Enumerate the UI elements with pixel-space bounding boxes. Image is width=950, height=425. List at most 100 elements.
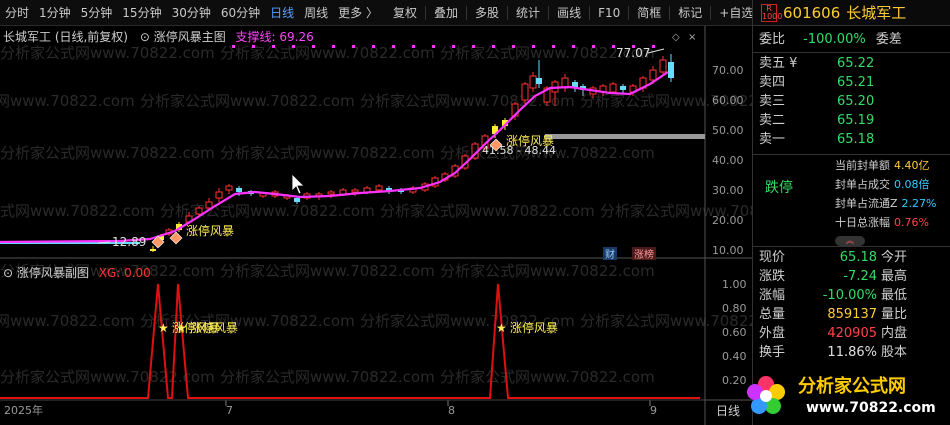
support-dot <box>312 45 315 48</box>
sub-y-tick: 1.00 <box>722 278 747 291</box>
support-dot <box>532 45 535 48</box>
ask-row[interactable]: 卖三 65.20 <box>759 92 874 112</box>
close-icon[interactable]: × <box>688 32 696 43</box>
ask-row[interactable]: 卖五 ¥ 65.22 <box>759 54 874 74</box>
tab-period-5[interactable]: 60分钟 <box>216 0 265 26</box>
main-y-tick: 20.00 <box>712 214 744 227</box>
brand-logo: 分析家公式网 www.70822.com <box>736 360 950 425</box>
high-annotation: 77.07 <box>616 46 650 60</box>
watermark-text: 分析家公式网www.70822.com <box>0 144 215 162</box>
stat-label-2: 最高 <box>881 269 908 284</box>
stat-label-2: 股本 <box>881 345 908 360</box>
support-dot <box>432 45 435 48</box>
support-dot <box>472 45 475 48</box>
stat-label: 现价 <box>759 250 786 265</box>
ask-price: 65.20 <box>837 94 875 109</box>
seal-label: 十日总涨幅 <box>835 216 890 229</box>
tab-period-0[interactable]: 分时 <box>0 0 34 26</box>
chart-area[interactable]: 分析家公式网www.70822.com 分析家公式网www.70822.com 分析… <box>0 26 815 425</box>
ask-row[interactable]: 卖一 65.18 <box>759 130 874 150</box>
cai-badge-label: 财 <box>605 248 615 261</box>
expand-icon[interactable]: ◇ <box>672 32 680 43</box>
x-axis-label-sep: 9 <box>650 404 657 417</box>
tab-period-2[interactable]: 5分钟 <box>76 0 118 26</box>
tab-period-3[interactable]: 15分钟 <box>117 0 166 26</box>
seal-label: 封单占成交 <box>835 178 890 191</box>
ask-row[interactable]: 卖四 65.21 <box>759 73 874 93</box>
support-dot <box>332 45 335 48</box>
price-band <box>545 134 705 139</box>
flower-icon <box>747 376 785 414</box>
watermark-text: 分析家公式网www.70822.com <box>440 368 655 386</box>
signal-star-icon: ★ <box>176 321 187 335</box>
main-indicator-name[interactable]: ⊙ 涨停风暴主图 <box>140 30 226 44</box>
stat-value: -10.00% <box>822 288 877 303</box>
support-dot <box>652 45 655 48</box>
toolbar-action-2[interactable]: 多股 <box>469 0 505 26</box>
candle <box>536 60 542 88</box>
toolbar-action-4[interactable]: 画线 <box>551 0 587 26</box>
brand-url: www.70822.com <box>806 400 936 416</box>
collapse-chevron-icon[interactable]: ︽ <box>835 236 865 246</box>
candle <box>225 184 233 194</box>
tab-period-8[interactable]: 更多 〉 <box>333 0 383 26</box>
ask-price: 65.21 <box>837 75 875 90</box>
limit-status: 跌停 <box>765 180 793 196</box>
watermark-text: 分析家公式网www.70822.com <box>440 262 655 280</box>
support-dot <box>512 45 515 48</box>
tab-period-1[interactable]: 1分钟 <box>34 0 76 26</box>
main-y-tick: 10.00 <box>712 244 744 257</box>
stat-value: 65.18 <box>839 250 877 265</box>
watermark-text: 分析家公式网www.70822.com <box>380 202 595 220</box>
mouse-cursor-icon <box>291 173 305 195</box>
stock-code: 601606 <box>783 3 841 22</box>
support-dot <box>452 45 455 48</box>
stat-label-2: 最低 <box>881 288 908 303</box>
main-y-tick: 60.00 <box>712 94 744 107</box>
support-dot <box>292 45 295 48</box>
toolbar-divider <box>710 5 712 20</box>
sub-y-tick: 0.80 <box>722 302 747 315</box>
support-dot <box>612 45 615 48</box>
sub-indicator-name[interactable]: ⊙ 涨停风暴副图 <box>3 266 89 280</box>
toolbar-divider <box>425 5 427 20</box>
support-dot <box>232 45 235 48</box>
ask-price: 65.22 <box>837 56 875 71</box>
x-axis-label-year: 2025年 <box>4 403 43 417</box>
seal-row: 封单占成交 0.08倍 <box>835 175 930 195</box>
sub-signal-label: 涨停风暴 <box>510 320 558 335</box>
tab-period-6[interactable]: 日线 <box>265 0 299 26</box>
kline-chart[interactable]: 分析家公式网www.70822.com 分析家公式网www.70822.com 分析… <box>0 26 815 425</box>
seal-value: 2.27% <box>901 197 937 210</box>
tab-period-4[interactable]: 30分钟 <box>167 0 216 26</box>
sub-y-tick: 0.60 <box>722 326 747 339</box>
candle <box>561 74 569 92</box>
sub-signal-label: 涨停风暴 <box>190 320 238 335</box>
support-dot <box>492 45 495 48</box>
ask-label: 卖三 <box>759 94 786 109</box>
toolbar-action-3[interactable]: 统计 <box>510 0 546 26</box>
sub-chart-title: ⊙ 涨停风暴副图 XG: 0.00 <box>3 264 151 281</box>
toolbar-action-7[interactable]: 标记 <box>672 0 708 26</box>
quote-header: R 1000 601606 长城军工 <box>753 0 950 26</box>
stat-label-2: 内盘 <box>881 326 908 341</box>
toolbar-divider <box>669 5 671 20</box>
period-toolbar: 分时 1分钟 5分钟 15分钟 30分钟 60分钟 日线 周线 更多 〉 复权 叠加 多股 统计 画线 F… <box>0 0 794 26</box>
main-chart-title: 长城军工 (日线,前复权) ⊙ 涨停风暴主图 支撑线: 69.26 <box>3 28 314 45</box>
stock-name: 长城军工 <box>846 4 907 22</box>
tab-period-7[interactable]: 周线 <box>299 0 333 26</box>
toolbar-action-1[interactable]: 叠加 <box>428 0 464 26</box>
toolbar-action-0[interactable]: 复权 <box>387 0 423 26</box>
toolbar-action-5[interactable]: F10 <box>592 0 626 26</box>
toolbar-divider <box>507 5 509 20</box>
main-y-tick: 50.00 <box>712 124 744 137</box>
ask-price: 65.19 <box>837 113 875 128</box>
stat-value: -7.24 <box>843 269 877 284</box>
ask-row[interactable]: 卖二 65.19 <box>759 111 874 131</box>
seal-label: 封单占流通Z <box>835 197 898 210</box>
toolbar-divider <box>589 5 591 20</box>
ask-label: 卖五 ¥ <box>759 56 798 71</box>
low-annotation: 12.89 <box>112 235 146 249</box>
toolbar-action-6[interactable]: 简框 <box>631 0 667 26</box>
stat-label: 涨幅 <box>759 288 786 303</box>
